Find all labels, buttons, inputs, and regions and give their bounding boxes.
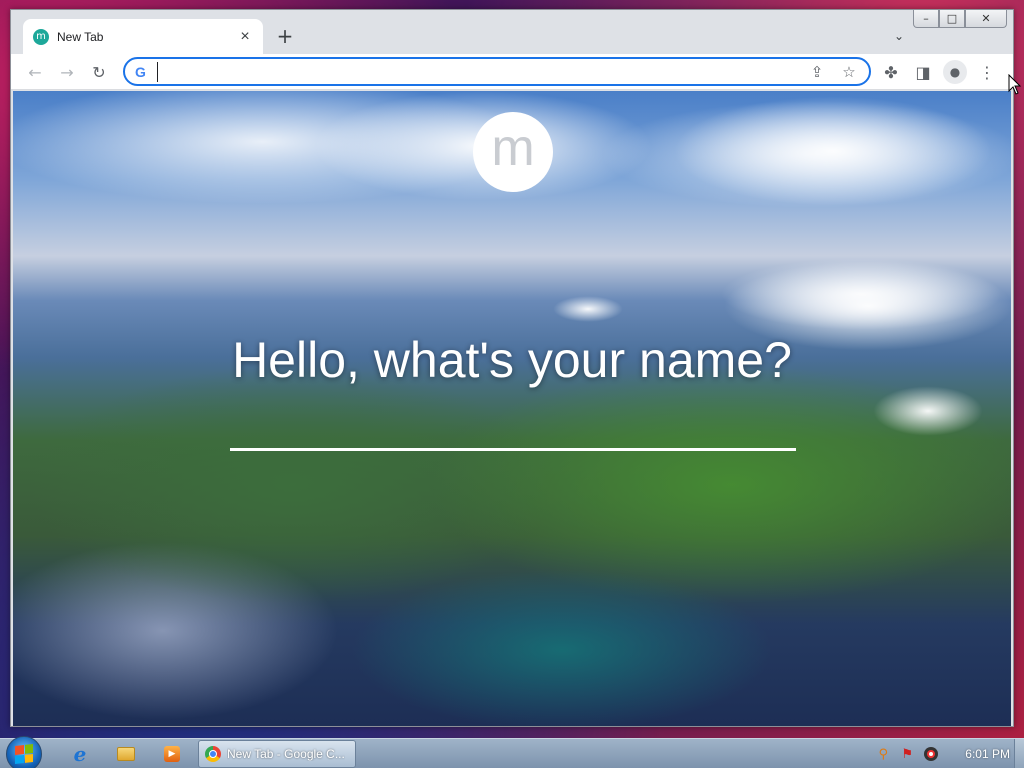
- back-arrow-icon[interactable]: ←: [23, 60, 47, 84]
- mouse-cursor-icon: [1008, 74, 1022, 95]
- taskbar: e ▶ New Tab - Google C... ⚲ ⚑ 6:01 PM: [0, 736, 1024, 768]
- action-center-flag-icon[interactable]: ⚑: [899, 746, 915, 762]
- start-button[interactable]: [6, 736, 42, 768]
- tab-strip: m New Tab × + ⌄: [11, 10, 1013, 54]
- greeting-heading: Hello, what's your name?: [232, 332, 792, 388]
- media-player-icon: ▶: [164, 746, 180, 762]
- taskbar-pin-file-explorer[interactable]: [106, 742, 146, 766]
- browser-toolbar: ← → ↻ G ⇪ ☆ ✤ ◨ ● ⋮: [11, 54, 1013, 90]
- system-tray: ⚲ ⚑ 6:01 PM: [875, 739, 1010, 768]
- background-cloud: [553, 296, 623, 322]
- taskbar-item-chrome[interactable]: New Tab - Google C...: [198, 740, 356, 768]
- address-bar-input[interactable]: [157, 61, 797, 82]
- browser-menu-kebab-icon[interactable]: ⋮: [975, 60, 999, 84]
- taskbar-pin-internet-explorer[interactable]: e: [60, 742, 100, 766]
- chrome-icon: [205, 746, 221, 762]
- side-panel-icon[interactable]: ◨: [911, 60, 935, 84]
- tab-new-tab[interactable]: m New Tab ×: [23, 19, 263, 54]
- name-input[interactable]: [230, 409, 796, 451]
- tab-close-icon[interactable]: ×: [237, 28, 253, 45]
- share-icon[interactable]: ⇪: [805, 63, 829, 81]
- background-cloud: [873, 386, 983, 436]
- close-window-button[interactable]: ✕: [965, 10, 1007, 28]
- window-caption-buttons: – □ ✕: [913, 10, 1007, 28]
- omnibox[interactable]: G ⇪ ☆: [123, 57, 871, 86]
- taskbar-clock[interactable]: 6:01 PM: [965, 747, 1010, 761]
- windows-logo-icon: [15, 744, 33, 764]
- new-tab-page: m Hello, what's your name?: [13, 91, 1011, 726]
- search-magnifier-icon[interactable]: ⚲: [875, 746, 891, 762]
- bookmark-star-icon[interactable]: ☆: [837, 63, 861, 81]
- internet-explorer-icon: e: [73, 742, 87, 766]
- background-cloud: [673, 96, 993, 206]
- forward-arrow-icon[interactable]: →: [55, 60, 79, 84]
- reload-icon[interactable]: ↻: [87, 60, 111, 84]
- extensions-puzzle-icon[interactable]: ✤: [879, 60, 903, 84]
- google-g-icon: G: [135, 63, 146, 80]
- show-desktop-button[interactable]: [1014, 739, 1024, 768]
- taskbar-item-label: New Tab - Google C...: [227, 747, 345, 761]
- tab-favicon-icon: m: [33, 28, 49, 45]
- taskbar-pin-media-player[interactable]: ▶: [152, 742, 192, 766]
- maximize-button[interactable]: □: [939, 10, 965, 28]
- minimize-button[interactable]: –: [913, 10, 939, 28]
- tab-search-chevron-icon[interactable]: ⌄: [889, 26, 909, 46]
- tab-title: New Tab: [57, 29, 104, 44]
- browser-window: m New Tab × + ⌄ – □ ✕ ← → ↻ G ⇪ ☆ ✤ ◨ ● …: [10, 9, 1014, 727]
- new-tab-button[interactable]: +: [273, 24, 297, 48]
- folder-icon: [117, 747, 135, 761]
- momentum-logo: m: [473, 112, 553, 192]
- profile-avatar-icon[interactable]: ●: [943, 60, 967, 84]
- tray-app-icon[interactable]: [923, 746, 939, 762]
